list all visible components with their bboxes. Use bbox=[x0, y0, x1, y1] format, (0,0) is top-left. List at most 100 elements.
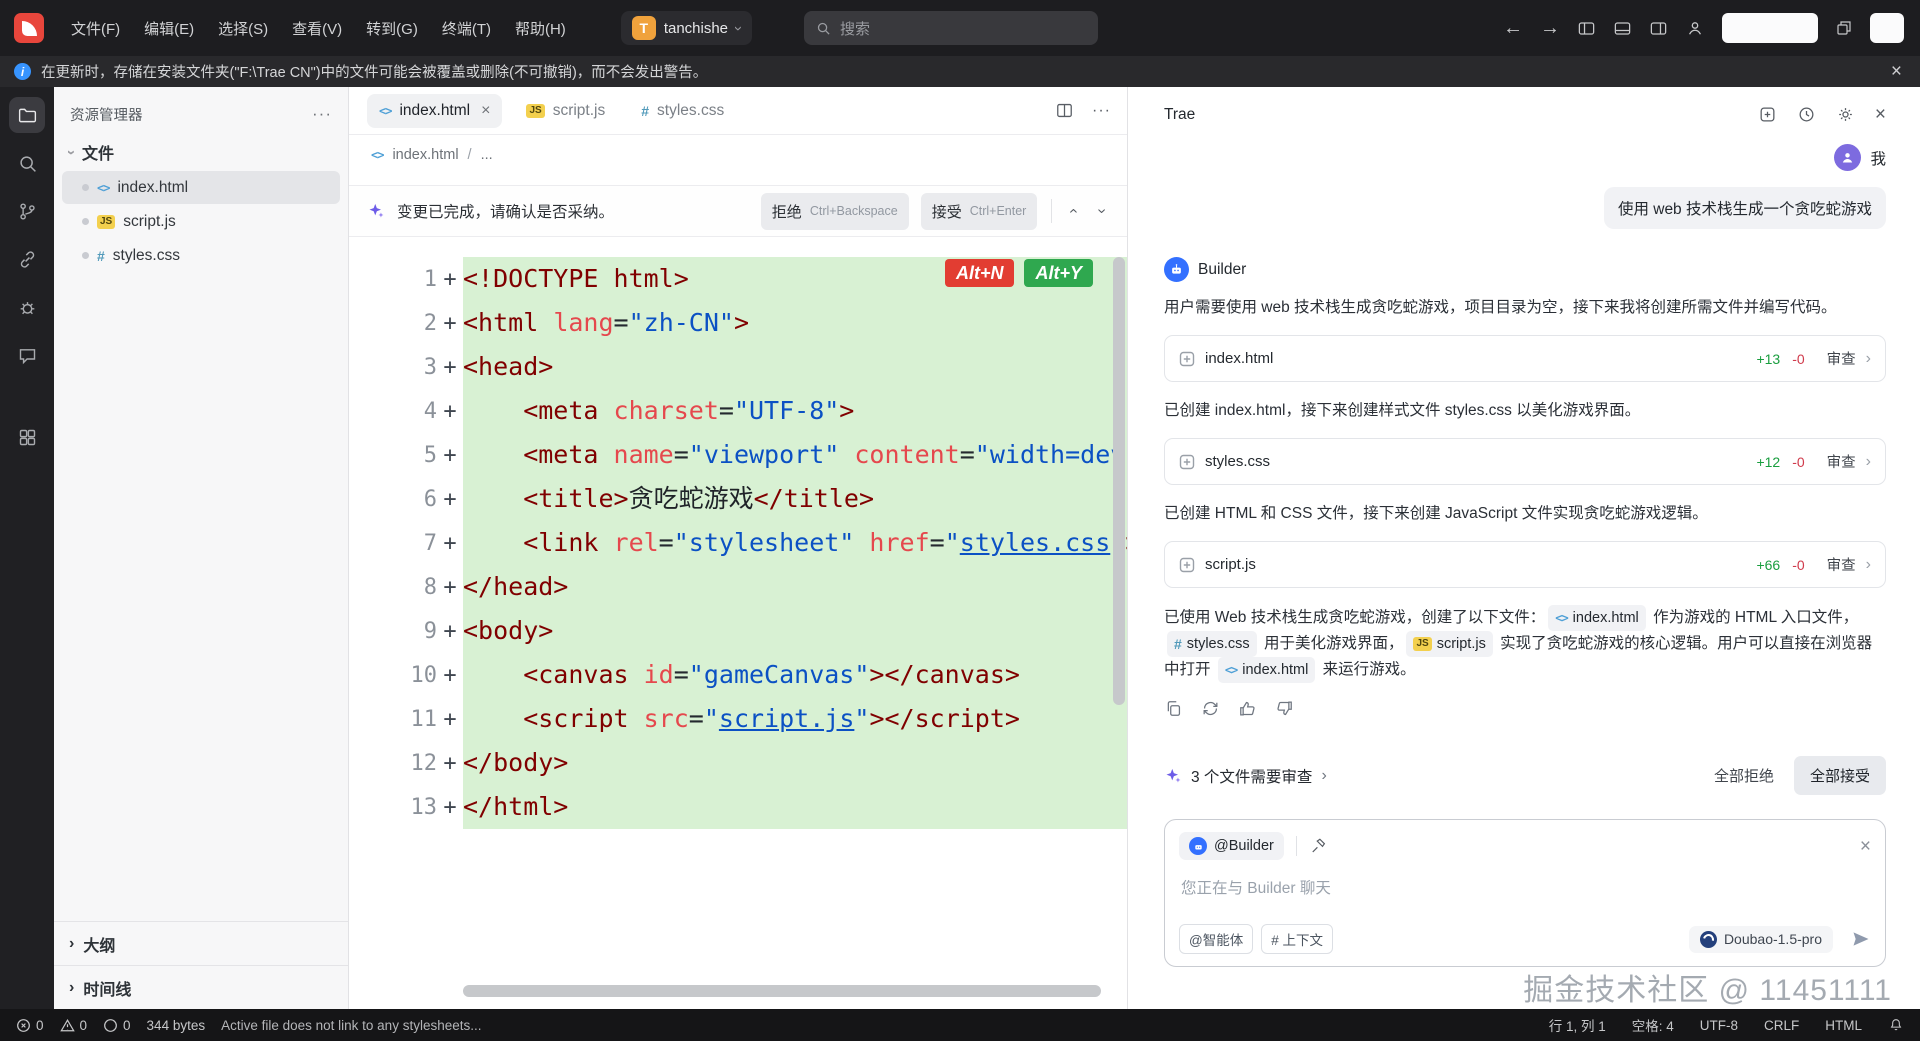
menu-item-5[interactable]: 终端(T) bbox=[431, 12, 502, 45]
tab-styles.css[interactable]: #styles.css bbox=[629, 94, 736, 128]
chat-input-placeholder[interactable]: 您正在与 Builder 聊天 bbox=[1181, 876, 1869, 898]
close-icon[interactable]: × bbox=[481, 103, 490, 119]
indent-setting[interactable]: 空格: 4 bbox=[1632, 1015, 1674, 1035]
divider bbox=[1296, 836, 1297, 856]
context-chip-0[interactable]: @智能体 bbox=[1179, 924, 1253, 954]
menu-item-4[interactable]: 转到(G) bbox=[355, 12, 429, 45]
restore-window-icon[interactable] bbox=[1835, 19, 1853, 37]
close-icon[interactable]: × bbox=[1887, 62, 1906, 81]
menu-item-1[interactable]: 编辑(E) bbox=[133, 12, 205, 45]
new-chat-icon[interactable] bbox=[1758, 105, 1777, 124]
code-editor[interactable]: 1+<!DOCTYPE html>2+<html lang="zh-CN">3+… bbox=[349, 257, 1127, 1009]
expand-icon[interactable] bbox=[1179, 454, 1195, 470]
reject-all-button[interactable]: 全部拒绝 bbox=[1714, 765, 1774, 786]
more-actions-icon[interactable]: ··· bbox=[312, 104, 332, 124]
files-section-header[interactable]: › 文件 bbox=[54, 135, 348, 169]
regenerate-icon[interactable] bbox=[1201, 699, 1220, 718]
chevron-right-icon: › bbox=[1866, 453, 1871, 471]
review-summary[interactable]: 3 个文件需要审查 bbox=[1191, 765, 1312, 787]
encoding[interactable]: UTF-8 bbox=[1700, 1018, 1738, 1033]
references-link-icon[interactable] bbox=[9, 241, 45, 277]
assistant-title: Trae bbox=[1164, 106, 1195, 124]
agent-chip[interactable]: @Builder bbox=[1179, 832, 1284, 860]
review-link[interactable]: 审查 bbox=[1827, 451, 1856, 472]
send-icon[interactable] bbox=[1851, 929, 1871, 949]
chat-input-card[interactable]: @Builder × 您正在与 Builder 聊天 @智能体 # 上下文 Dou… bbox=[1164, 819, 1886, 967]
ports-indicator[interactable]: 0 bbox=[103, 1018, 131, 1033]
file-item-script.js[interactable]: JSscript.js bbox=[62, 205, 340, 238]
timeline-section[interactable]: › 时间线 bbox=[54, 965, 348, 1009]
settings-gear-icon[interactable] bbox=[1836, 105, 1855, 124]
trae-logo-icon[interactable] bbox=[14, 13, 44, 43]
file-item-styles.css[interactable]: #styles.css bbox=[62, 239, 340, 272]
forward-arrow-icon[interactable]: → bbox=[1540, 18, 1560, 38]
copy-icon[interactable] bbox=[1164, 699, 1183, 718]
notifications-bell-icon[interactable] bbox=[1888, 1017, 1904, 1033]
back-arrow-icon[interactable]: ← bbox=[1503, 18, 1523, 38]
tools-icon[interactable] bbox=[1309, 837, 1327, 855]
explorer-icon[interactable] bbox=[9, 97, 45, 133]
review-link[interactable]: 审查 bbox=[1827, 554, 1856, 575]
vertical-scrollbar[interactable] bbox=[1113, 257, 1125, 705]
line-number: 9+ bbox=[349, 609, 463, 653]
account-icon[interactable] bbox=[1685, 18, 1705, 38]
menu-item-0[interactable]: 文件(F) bbox=[60, 12, 131, 45]
menu-item-3[interactable]: 查看(V) bbox=[281, 12, 353, 45]
close-icon[interactable]: × bbox=[1860, 837, 1871, 856]
global-search-input[interactable]: 搜索 bbox=[804, 11, 1098, 45]
warnings-indicator[interactable]: 0 bbox=[60, 1018, 88, 1033]
doubao-logo-icon bbox=[1700, 931, 1717, 948]
file-name: styles.css bbox=[113, 247, 180, 265]
file-chip-index.html[interactable]: <>index.html bbox=[1548, 605, 1646, 631]
sidebar-title: 资源管理器 bbox=[70, 104, 312, 125]
accept-all-button[interactable]: 全部接受 bbox=[1794, 756, 1886, 795]
outline-section[interactable]: › 大纲 bbox=[54, 921, 348, 965]
close-icon[interactable]: × bbox=[1875, 105, 1886, 124]
split-editor-icon[interactable] bbox=[1055, 101, 1074, 120]
file-chip-index.html[interactable]: <>index.html bbox=[1218, 657, 1316, 683]
eol-setting[interactable]: CRLF bbox=[1764, 1018, 1799, 1033]
extensions-grid-icon[interactable] bbox=[9, 419, 45, 455]
errors-indicator[interactable]: 0 bbox=[16, 1018, 44, 1033]
main-area: 资源管理器 ··· › 文件 <>index.htmlJSscript.js#s… bbox=[0, 87, 1920, 1009]
reject-button[interactable]: 拒绝 Ctrl+Backspace bbox=[761, 193, 909, 230]
sparkle-icon bbox=[367, 202, 385, 220]
breadcrumb[interactable]: <> index.html / ... bbox=[349, 135, 1127, 175]
history-icon[interactable] bbox=[1797, 105, 1816, 124]
toggle-panel-icon[interactable] bbox=[1613, 19, 1632, 38]
expand-icon[interactable] bbox=[1179, 351, 1195, 367]
tab-index.html[interactable]: <>index.html× bbox=[367, 94, 502, 128]
model-selector[interactable]: Doubao-1.5-pro bbox=[1689, 926, 1833, 953]
more-actions-icon[interactable]: ··· bbox=[1092, 102, 1111, 120]
thumbs-up-icon[interactable] bbox=[1238, 699, 1257, 718]
thumbs-down-icon[interactable] bbox=[1275, 699, 1294, 718]
file-change-card-index.html[interactable]: index.html+13-0审查› bbox=[1164, 335, 1886, 382]
tab-script.js[interactable]: JSscript.js bbox=[514, 94, 617, 128]
file-chip-styles.css[interactable]: #styles.css bbox=[1167, 631, 1257, 657]
context-chip-1[interactable]: # 上下文 bbox=[1261, 924, 1333, 954]
menu-item-6[interactable]: 帮助(H) bbox=[504, 12, 577, 45]
file-change-card-styles.css[interactable]: styles.css+12-0审查› bbox=[1164, 438, 1886, 485]
language-mode[interactable]: HTML bbox=[1825, 1018, 1862, 1033]
source-control-icon[interactable] bbox=[9, 193, 45, 229]
file-item-index.html[interactable]: <>index.html bbox=[62, 171, 340, 204]
review-link[interactable]: 审查 bbox=[1827, 348, 1856, 369]
file-chip-script.js[interactable]: JSscript.js bbox=[1406, 631, 1492, 657]
chat-icon[interactable] bbox=[9, 337, 45, 373]
agent-chip-label: @Builder bbox=[1214, 838, 1274, 854]
redacted-block bbox=[1870, 13, 1904, 43]
expand-icon[interactable] bbox=[1179, 557, 1195, 573]
accept-button[interactable]: 接受 Ctrl+Enter bbox=[921, 193, 1038, 230]
file-change-card-script.js[interactable]: script.js+66-0审查› bbox=[1164, 541, 1886, 588]
horizontal-scrollbar[interactable] bbox=[463, 985, 1101, 997]
code-text: <script src="script.js"></script> bbox=[463, 697, 1127, 741]
cursor-position[interactable]: 行 1, 列 1 bbox=[1549, 1015, 1606, 1035]
next-change-icon[interactable]: › bbox=[1092, 203, 1110, 218]
workspace-switcher[interactable]: T tanchishe › bbox=[621, 11, 752, 45]
search-icon[interactable] bbox=[9, 145, 45, 181]
menu-item-2[interactable]: 选择(S) bbox=[207, 12, 279, 45]
toggle-sidebar-icon[interactable] bbox=[1577, 19, 1596, 38]
toggle-secondary-sidebar-icon[interactable] bbox=[1649, 19, 1668, 38]
previous-change-icon[interactable]: › bbox=[1065, 203, 1083, 218]
debug-icon[interactable] bbox=[9, 289, 45, 325]
